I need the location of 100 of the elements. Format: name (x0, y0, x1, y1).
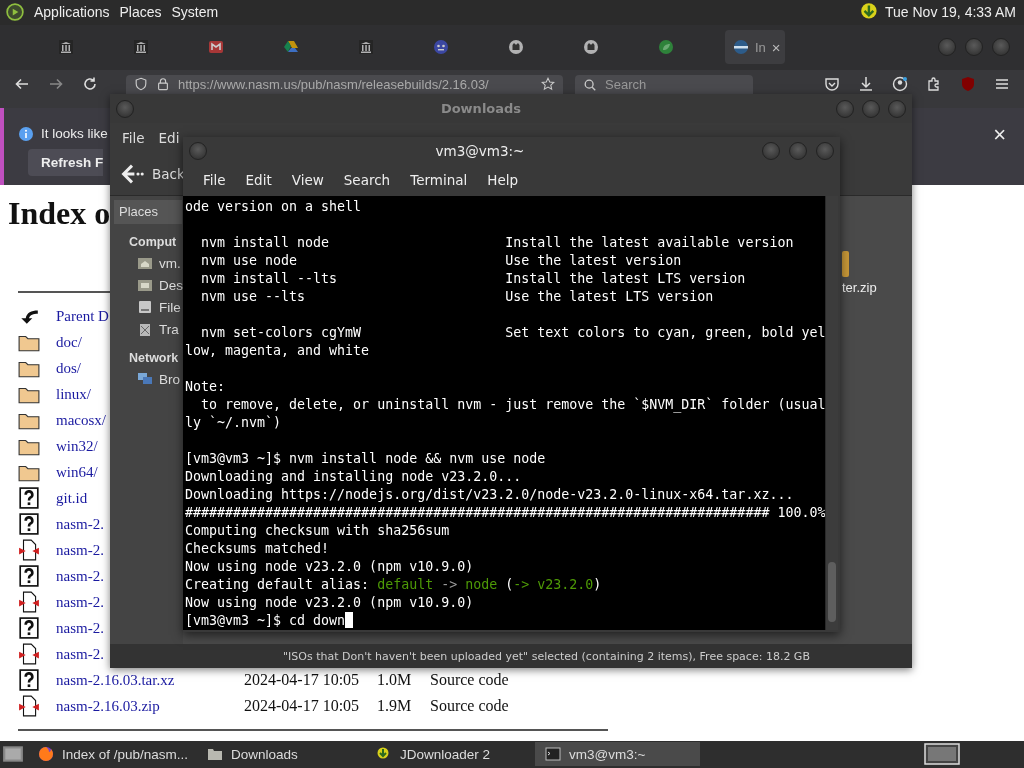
compressed-file-icon (18, 694, 40, 717)
archive-icon (842, 248, 850, 280)
close-tab-button[interactable]: × (771, 38, 781, 56)
file-link[interactable]: doc/ (56, 333, 82, 350)
file-size: 1.0M (377, 670, 413, 689)
scrollbar-thumb[interactable] (828, 562, 836, 622)
maximize-button[interactable] (965, 38, 983, 57)
file-link[interactable]: win32/ (56, 437, 98, 454)
building-icon (358, 39, 374, 56)
file-link[interactable]: nasm-2. (56, 567, 104, 584)
sidebar-item[interactable]: Des (110, 274, 183, 296)
distro-logo-icon[interactable] (6, 3, 24, 22)
menu-item[interactable]: Edi (158, 130, 180, 146)
file-link[interactable]: nasm-2. (56, 645, 104, 662)
compressed-file-icon (18, 538, 40, 561)
window-menu-button[interactable] (116, 99, 134, 118)
file-link[interactable]: Parent D (56, 307, 109, 324)
terminal-line: nvm use node Use the latest version (200, 252, 683, 270)
address-field[interactable]: https://www.nasm.us/pub/nasm/releasebuilds/2.16.03/ (126, 74, 563, 94)
file-link[interactable]: macosx/ (56, 411, 106, 428)
scrollbar[interactable] (825, 196, 838, 630)
extensions-icon[interactable] (926, 75, 942, 92)
panel-menu[interactable]: Applications (34, 4, 110, 21)
file-link[interactable]: nasm-2. (56, 515, 104, 532)
clock[interactable]: Tue Nov 19, 4:33 AM (885, 4, 1016, 21)
terminal-line: Downloading and installing node v23.2.0... (185, 468, 523, 486)
close-button[interactable] (816, 141, 834, 160)
menu-item[interactable]: Terminal (400, 172, 478, 188)
building-icon (58, 39, 74, 56)
browser-tab[interactable]: In × (725, 30, 785, 65)
question-file-icon (18, 512, 40, 535)
taskbar-button[interactable]: Index of /pub/nasm... (28, 742, 193, 767)
menu-item[interactable]: File (193, 172, 236, 188)
sidebar-item[interactable]: Bro (110, 368, 180, 390)
terminal-line: nvm set-colors cgYmW Set text colors to cyan, green, bold yel (200, 324, 825, 342)
sidebar-item[interactable]: File (110, 296, 181, 318)
sidebar-item[interactable]: vm. (110, 252, 181, 274)
menu-item[interactable]: Help (477, 172, 529, 188)
terminal-line: [vm3@vm3 ~]$ cd down (185, 612, 825, 630)
question-file-icon (18, 668, 40, 691)
window-menu-button[interactable] (189, 141, 207, 160)
file-size: 1.9M (377, 696, 413, 715)
workspace-switcher-icon[interactable] (924, 743, 960, 766)
download-icon[interactable] (858, 75, 874, 92)
cat-icon (508, 39, 524, 56)
terminal-line: low, magenta, and white (185, 342, 371, 360)
back-button[interactable]: Back (120, 162, 185, 186)
maximize-button[interactable] (862, 99, 880, 118)
minimize-button[interactable] (836, 99, 854, 118)
modified-date: 2024-04-17 10:05 (244, 696, 361, 715)
file-description: Source code (430, 696, 509, 715)
minimize-button[interactable] (762, 141, 780, 160)
minimize-button[interactable] (938, 38, 956, 57)
reload-icon[interactable] (82, 75, 98, 92)
globe-icon (733, 39, 749, 56)
sidebar-heading: Comput (128, 234, 177, 251)
file-link[interactable]: nasm-2.16.03.zip (56, 697, 160, 714)
sidebar-item[interactable]: Tra (110, 318, 179, 340)
terminal-line: ode version on a shell (185, 198, 363, 216)
pocket-icon[interactable] (824, 75, 840, 92)
file-link[interactable]: dos/ (56, 359, 81, 376)
page-heading: Index o (8, 193, 111, 233)
taskbar-button[interactable]: JDownloader 2 (366, 742, 531, 767)
file-link[interactable]: nasm-2. (56, 593, 104, 610)
question-file-icon (18, 486, 40, 509)
terminal-line: Creating default alias: default -> node (-> v23.2.0) (185, 576, 603, 594)
file-link[interactable]: linux/ (56, 385, 91, 402)
terminal-line: ######################################################################### 100.0% (185, 504, 825, 522)
panel-menu[interactable]: System (171, 4, 219, 21)
compressed-file-icon (18, 642, 40, 665)
refresh-button[interactable]: Refresh F (28, 148, 104, 176)
file-link[interactable]: git.id (56, 489, 88, 506)
sidebar-heading: Network (128, 350, 179, 367)
panel-menu[interactable]: Places (119, 4, 162, 21)
file-link[interactable]: nasm-2. (56, 619, 104, 636)
file-link[interactable]: nasm-2. (56, 541, 104, 558)
sidebar-tab[interactable]: Places (114, 200, 182, 224)
menu-item[interactable]: Edit (235, 172, 282, 188)
leaf-icon (658, 39, 674, 56)
taskbar-button[interactable]: vm3@vm3:~ (535, 742, 700, 767)
modified-date: 2024-04-17 10:05 (244, 670, 361, 689)
menu-item[interactable]: Search (333, 172, 401, 188)
account-icon[interactable] (892, 75, 908, 92)
close-button[interactable] (888, 99, 906, 118)
terminal-line: Checksums matched! (185, 540, 331, 558)
close-button[interactable] (992, 38, 1010, 57)
zip-file[interactable]: ter.zip (842, 248, 884, 308)
terminal-line: Now using node v23.2.0 (npm v10.9.0) (185, 558, 475, 576)
star-icon[interactable] (541, 77, 555, 92)
close-button[interactable]: × (993, 121, 1006, 148)
search-field[interactable]: Search (575, 74, 753, 94)
menu-item[interactable]: View (281, 172, 334, 188)
terminal-line: Computing checksum with sha256sum (185, 522, 451, 540)
terminal-line: to remove, delete, or uninstall nvm - just remove the `$NVM_DIR` folder (usual (200, 396, 825, 414)
maximize-button[interactable] (789, 141, 807, 160)
search-icon (583, 77, 597, 92)
file-link[interactable]: nasm-2.16.03.tar.xz (56, 671, 175, 688)
taskbar-button[interactable]: Downloads (197, 742, 362, 767)
file-link[interactable]: win64/ (56, 463, 98, 480)
menu-item[interactable]: File (122, 130, 145, 146)
